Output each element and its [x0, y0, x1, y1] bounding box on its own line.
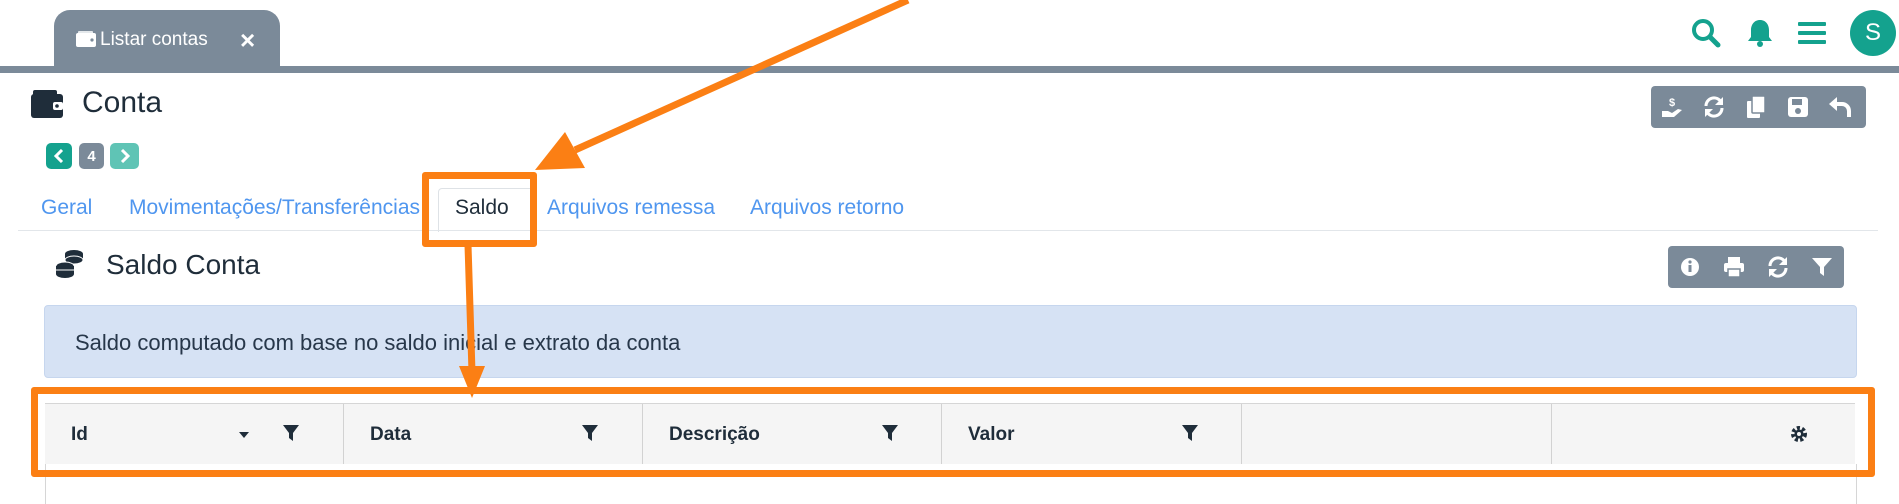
top-bar: Listar contas × S — [0, 0, 1899, 68]
close-icon[interactable]: × — [240, 27, 255, 53]
highlight-saldo-tab — [422, 172, 537, 247]
refresh-icon[interactable] — [1757, 246, 1799, 288]
tab-geral[interactable]: Geral — [41, 196, 92, 220]
page-title: Conta — [82, 86, 163, 119]
tab-arquivos-retorno[interactable]: Arquivos retorno — [750, 196, 904, 220]
tab-label: Listar contas — [100, 29, 208, 50]
save-icon[interactable] — [1777, 86, 1819, 128]
refresh-icon[interactable] — [1693, 86, 1735, 128]
previous-record-button[interactable] — [46, 143, 72, 169]
info-alert: Saldo computado com base no saldo inicia… — [44, 305, 1857, 378]
info-icon[interactable] — [1669, 246, 1711, 288]
bell-icon[interactable] — [1738, 10, 1782, 56]
tab-listar-contas[interactable]: Listar contas × — [54, 10, 280, 68]
copy-icon[interactable] — [1735, 86, 1777, 128]
highlight-grid-header — [31, 387, 1875, 477]
svg-text:$: $ — [1669, 97, 1675, 109]
undo-icon[interactable] — [1819, 86, 1861, 128]
tab-bar: Geral Movimentações/Transferências Saldo… — [18, 188, 1878, 231]
next-record-button[interactable] — [110, 143, 139, 169]
tab-movimentacoes[interactable]: Movimentações/Transferências — [129, 196, 420, 220]
tab-arquivos-remessa[interactable]: Arquivos remessa — [547, 196, 715, 220]
wallet-icon — [31, 90, 63, 118]
wallet-icon — [76, 31, 96, 47]
top-divider — [0, 66, 1899, 73]
info-text: Saldo computado com base no saldo inicia… — [75, 330, 681, 355]
coins-icon — [54, 248, 86, 280]
filter-icon[interactable] — [1801, 246, 1843, 288]
section-title: Saldo Conta — [106, 249, 261, 280]
section-toolbar — [1668, 246, 1844, 288]
avatar[interactable]: S — [1850, 10, 1896, 56]
money-hand-icon[interactable]: $ — [1651, 86, 1693, 128]
search-icon[interactable] — [1684, 10, 1728, 56]
record-toolbar: $ — [1651, 86, 1866, 128]
record-count-badge: 4 — [79, 143, 104, 169]
print-icon[interactable] — [1713, 246, 1755, 288]
menu-icon[interactable] — [1790, 10, 1834, 56]
